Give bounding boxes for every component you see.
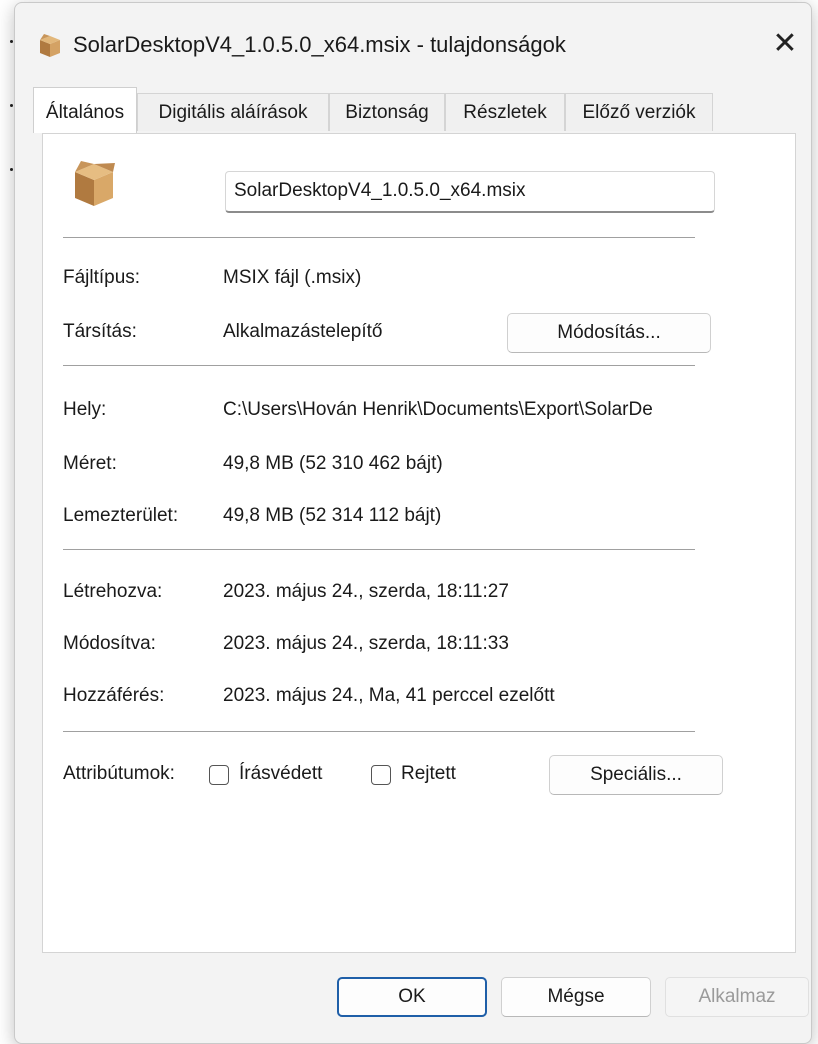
background-dot	[10, 40, 13, 43]
title-bar: SolarDesktopV4_1.0.5.0_x64.msix - tulajd…	[15, 3, 811, 87]
association-value: Alkalmazástelepítő	[223, 321, 383, 342]
properties-dialog: SolarDesktopV4_1.0.5.0_x64.msix - tulajd…	[14, 2, 812, 1044]
tab-details[interactable]: Részletek	[445, 93, 565, 131]
change-button[interactable]: Módosítás...	[507, 313, 711, 353]
modified-value: 2023. május 24., szerda, 18:11:33	[223, 633, 509, 654]
background-dot	[10, 168, 13, 171]
association-label: Társítás:	[63, 321, 137, 342]
background-dot	[10, 104, 13, 107]
hidden-label[interactable]: Rejtett	[401, 763, 456, 785]
location-label: Hely:	[63, 399, 107, 420]
readonly-label[interactable]: Írásvédett	[239, 763, 322, 785]
readonly-checkbox[interactable]	[209, 765, 229, 785]
separator	[63, 731, 695, 732]
hidden-checkbox[interactable]	[371, 765, 391, 785]
cancel-button[interactable]: Mégse	[501, 977, 651, 1017]
disk-size-value: 49,8 MB (52 314 112 bájt)	[223, 505, 442, 526]
package-icon	[40, 34, 60, 57]
general-panel	[42, 133, 796, 953]
close-button[interactable]: ✕	[765, 25, 805, 65]
ok-button[interactable]: OK	[337, 977, 487, 1017]
tab-digital-signatures[interactable]: Digitális aláírások	[137, 93, 329, 131]
created-label: Létrehozva:	[63, 581, 163, 602]
accessed-value: 2023. május 24., Ma, 41 perccel ezelőtt	[223, 685, 555, 706]
modified-label: Módosítva:	[63, 633, 156, 654]
file-name-field[interactable]: SolarDesktopV4_1.0.5.0_x64.msix	[225, 171, 715, 213]
separator	[63, 237, 695, 238]
separator	[63, 549, 695, 550]
attributes-label: Attribútumok:	[63, 763, 175, 784]
tab-security[interactable]: Biztonság	[329, 93, 445, 131]
created-value: 2023. május 24., szerda, 18:11:27	[223, 581, 509, 602]
location-value: C:\Users\Hován Henrik\Documents\Export\S…	[223, 399, 653, 420]
size-value: 49,8 MB (52 310 462 bájt)	[223, 453, 443, 474]
tab-general[interactable]: Általános	[33, 87, 137, 133]
close-icon: ✕	[772, 27, 798, 60]
disk-size-label: Lemezterület:	[63, 505, 179, 526]
apply-button[interactable]: Alkalmaz	[665, 977, 809, 1017]
tab-previous-versions[interactable]: Előző verziók	[565, 93, 713, 131]
package-file-icon	[75, 161, 115, 206]
accessed-label: Hozzáférés:	[63, 685, 165, 706]
window-title: SolarDesktopV4_1.0.5.0_x64.msix - tulajd…	[73, 32, 566, 57]
file-type-label: Fájltípus:	[63, 267, 141, 288]
size-label: Méret:	[63, 453, 117, 474]
advanced-button[interactable]: Speciális...	[549, 755, 723, 795]
separator	[63, 365, 695, 366]
file-type-value: MSIX fájl (.msix)	[223, 267, 362, 288]
